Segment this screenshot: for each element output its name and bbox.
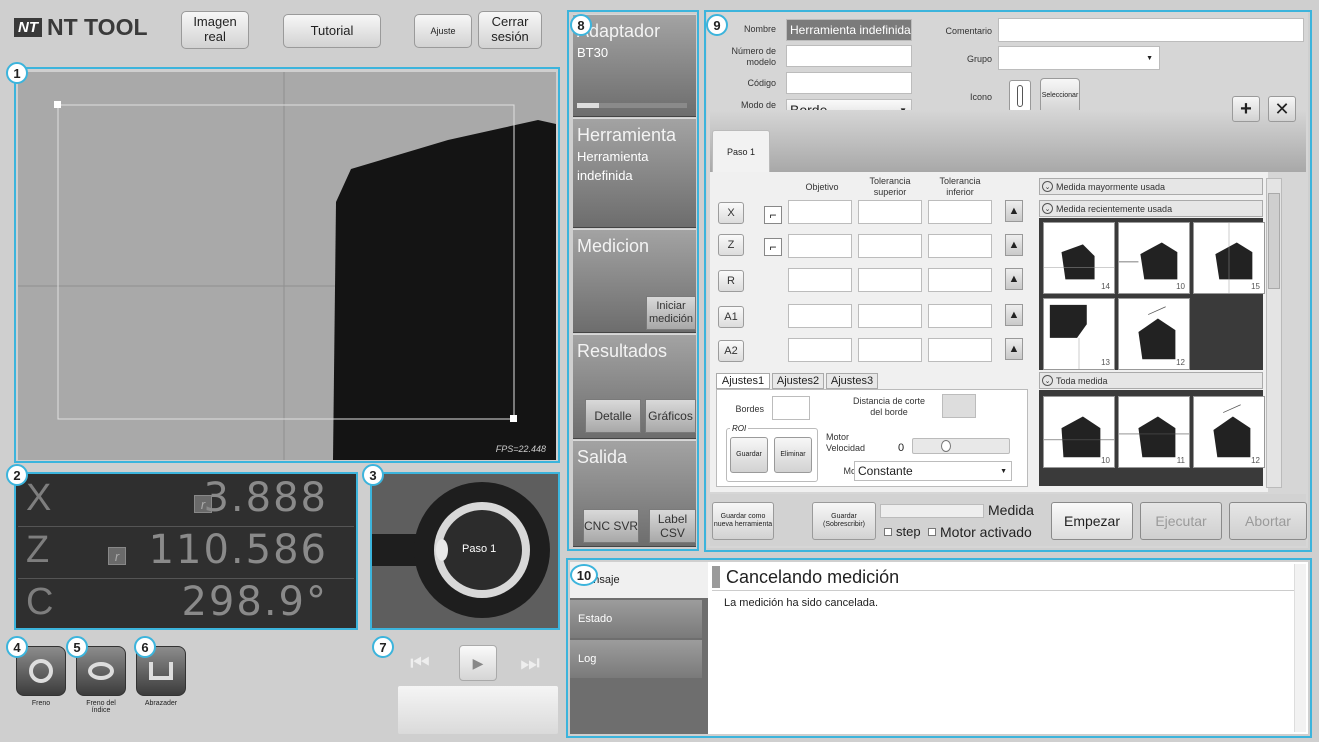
clamp-icon	[149, 662, 173, 680]
play-step-button[interactable]: ▶	[459, 645, 497, 681]
marker-8: 8	[570, 14, 592, 36]
highlight-8	[567, 10, 699, 551]
last-step-button[interactable]: ⏭	[512, 648, 548, 678]
freno-indice-label: Freno del índice	[86, 700, 116, 714]
highlight-9	[704, 10, 1312, 552]
logo-text: NT TOOL	[47, 14, 148, 40]
ajuste-button[interactable]: Ajuste	[414, 14, 472, 48]
marker-2: 2	[6, 464, 28, 486]
cerrar-sesion-button[interactable]: Cerrar sesión	[478, 11, 542, 49]
tutorial-button[interactable]: Tutorial	[283, 14, 381, 48]
highlight-2	[14, 472, 358, 630]
first-step-button[interactable]: ⏮	[402, 648, 438, 678]
marker-7: 7	[372, 636, 394, 658]
freno-icon	[29, 659, 53, 683]
highlight-1	[14, 67, 560, 463]
highlight-3	[370, 472, 560, 630]
highlight-10	[566, 558, 1312, 738]
imagen-real-button[interactable]: Imagen real	[181, 11, 249, 49]
marker-6: 6	[134, 636, 156, 658]
marker-5: 5	[66, 636, 88, 658]
logo: NT NT TOOL	[14, 14, 148, 41]
marker-10: 10	[570, 564, 598, 586]
step-display-box	[398, 686, 558, 734]
index-brake-icon	[88, 662, 114, 680]
logo-mark: NT	[14, 18, 42, 37]
marker-4: 4	[6, 636, 28, 658]
marker-3: 3	[362, 464, 384, 486]
marker-1: 1	[6, 62, 28, 84]
freno-label: Freno	[31, 700, 51, 707]
marker-9: 9	[706, 14, 728, 36]
abrazader-label: Abrazader	[144, 700, 178, 707]
